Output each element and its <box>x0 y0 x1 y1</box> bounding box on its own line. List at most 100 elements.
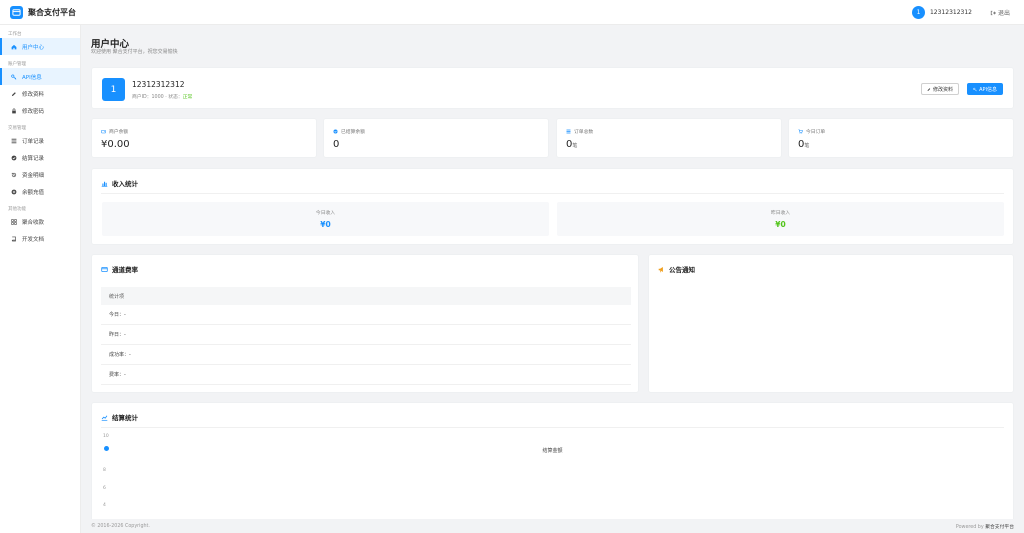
sidebar-item-settlements[interactable]: 结算记录 <box>0 149 80 166</box>
key-icon <box>973 87 977 91</box>
nav-group-label: 账户管理 <box>8 62 26 67</box>
sidebar-item-label: 开发文档 <box>22 236 45 243</box>
notice-title: 公告通知 <box>669 266 695 274</box>
table-row: 昨日：- <box>101 325 631 345</box>
sidebar: 工作台 用户中心 账户管理 API信息 修改资料 修改密码 交易管理 订单记录 … <box>0 25 81 533</box>
top-bar: 聚合支付平台 1 12312312312 退出 <box>0 0 1024 25</box>
edit-profile-button[interactable]: 修改资料 <box>921 83 959 95</box>
nav-group-label: 其他功能 <box>8 207 26 212</box>
sidebar-item-label: 修改资料 <box>22 91 45 98</box>
logout-icon <box>990 10 996 15</box>
wallet-icon <box>101 129 106 134</box>
lock-icon <box>12 107 16 113</box>
brand[interactable]: 聚合支付平台 <box>0 5 81 19</box>
book-icon <box>11 236 16 241</box>
bar-chart-icon <box>101 181 108 187</box>
stat-card-today-orders: 今日订单 0笔 <box>788 118 1014 158</box>
sidebar-item-recharge[interactable]: 余额充值 <box>0 183 80 200</box>
stat-card-settled: 已结算余额 0 <box>323 118 549 158</box>
sidebar-item-change-password[interactable]: 修改密码 <box>0 102 80 119</box>
profile-name: 12312312312 <box>132 80 185 89</box>
stat-label: 订单总数 <box>574 130 594 135</box>
history-icon <box>11 172 17 177</box>
sidebar-item-label: 用户中心 <box>22 44 45 51</box>
y-tick: 4 <box>103 503 106 508</box>
stat-label: 已结算余额 <box>341 130 365 135</box>
table-header: 统计项 <box>101 287 631 305</box>
stat-label: 今日订单 <box>806 130 826 135</box>
profile-card: 1 12312312312 商户ID：1000 · 状态：正常 修改资料 API… <box>91 67 1014 109</box>
sidebar-item-api-info[interactable]: API信息 <box>0 68 80 85</box>
list-icon <box>11 138 17 143</box>
header-username[interactable]: 12312312312 <box>930 9 972 16</box>
sidebar-item-label: 修改密码 <box>22 108 45 115</box>
check-circle-icon <box>333 129 338 134</box>
channel-title: 通道费率 <box>112 266 138 274</box>
logout-button[interactable]: 退出 <box>990 8 1010 17</box>
income-yesterday-value: ¥0 <box>775 220 786 229</box>
card-icon <box>10 5 23 19</box>
status-badge: 正常 <box>182 95 193 100</box>
plus-circle-icon <box>11 189 17 194</box>
sidebar-item-orders[interactable]: 订单记录 <box>0 132 80 149</box>
table-row: 今日：- <box>101 305 631 325</box>
table-row: 成功率：- <box>101 345 631 365</box>
credit-card-icon <box>101 266 108 272</box>
y-tick: 10 <box>103 434 109 439</box>
income-today: 今日收入 ¥0 <box>102 202 549 236</box>
sidebar-item-label: 资金明细 <box>22 172 45 179</box>
main-content: 用户中心 欢迎使用 聚合支付平台，祝您交易愉快 1 12312312312 商户… <box>91 25 1014 519</box>
sidebar-item-edit-profile[interactable]: 修改资料 <box>0 85 80 102</box>
copyright: © 2016-2026 Copyright. <box>91 523 150 529</box>
check-circle-icon <box>11 155 17 160</box>
nav-group-label: 工作台 <box>8 32 22 37</box>
legend-label[interactable]: 结算金额 <box>91 447 1014 454</box>
sidebar-item-label: 余额充值 <box>22 189 45 196</box>
pencil-icon <box>927 87 931 91</box>
income-today-value: ¥0 <box>320 220 331 229</box>
cart-icon <box>798 129 803 134</box>
sidebar-item-label: 订单记录 <box>22 138 45 145</box>
list-icon <box>566 129 571 134</box>
profile-meta-text: 商户ID：1000 · 状态： <box>132 95 183 100</box>
notice-card: 公告通知 <box>648 254 1014 393</box>
stat-value: 0 <box>333 139 340 150</box>
stat-unit: 笔 <box>572 143 578 149</box>
edit-profile-label: 修改资料 <box>932 86 953 93</box>
megaphone-icon <box>658 266 663 272</box>
powered-by: Powered by 聚合支付平台 <box>956 523 1014 530</box>
profile-meta: 商户ID：1000 · 状态：正常 <box>132 93 192 100</box>
pencil-icon <box>11 91 16 96</box>
brand-name: 聚合支付平台 <box>28 7 76 17</box>
powered-name: 聚合支付平台 <box>985 524 1014 530</box>
sidebar-item-label: 结算记录 <box>22 155 45 162</box>
sidebar-item-docs[interactable]: 开发文档 <box>0 230 80 247</box>
stat-value: ¥0.00 <box>101 139 130 150</box>
logout-label: 退出 <box>997 10 1010 17</box>
settlement-stats-card: 结算统计 <box>91 402 1014 519</box>
avatar[interactable]: 1 <box>911 6 925 19</box>
y-tick: 6 <box>103 486 106 491</box>
powered-prefix: Powered by <box>955 524 986 530</box>
page-subtitle: 欢迎使用 聚合支付平台，祝您交易愉快 <box>91 49 178 55</box>
sidebar-item-aggregate-pay[interactable]: 聚合收款 <box>0 213 80 230</box>
nav-group-label: 交易管理 <box>8 126 26 131</box>
sidebar-item-label: API信息 <box>22 74 42 81</box>
avatar: 1 <box>102 78 125 101</box>
y-tick: 8 <box>103 468 106 473</box>
income-stats-card: 收入统计 今日收入 ¥0 昨日收入 ¥0 <box>91 168 1014 245</box>
sidebar-item-user-center[interactable]: 用户中心 <box>0 38 80 55</box>
stat-unit: 笔 <box>804 143 810 149</box>
grid-icon <box>11 218 17 225</box>
sidebar-item-funds[interactable]: 资金明细 <box>0 166 80 183</box>
key-icon <box>11 74 17 80</box>
api-info-button[interactable]: API信息 <box>967 83 1003 95</box>
channel-rate-card: 通道费率 统计项 今日：- 昨日：- 成功率：- 费率：- <box>91 254 639 393</box>
income-title: 收入统计 <box>112 180 138 188</box>
table-row: 费率：- <box>101 365 631 385</box>
api-info-label: API信息 <box>979 86 997 93</box>
settle-title: 结算统计 <box>112 414 138 422</box>
income-today-label: 今日收入 <box>315 211 336 216</box>
home-icon <box>11 44 17 49</box>
stat-label: 商户余额 <box>109 130 129 135</box>
